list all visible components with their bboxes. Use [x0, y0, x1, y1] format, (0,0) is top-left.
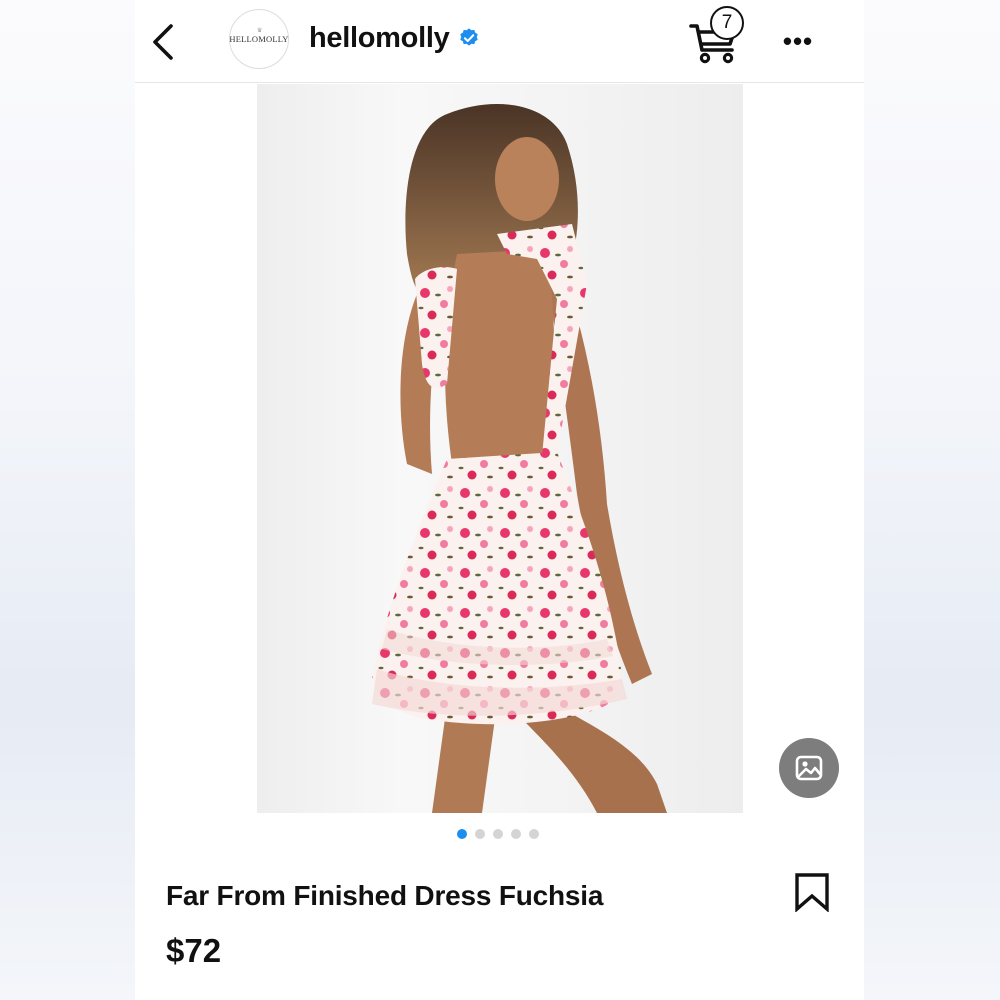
save-button[interactable]: [793, 872, 831, 913]
pagination-dot[interactable]: [493, 829, 503, 839]
image-icon: [795, 755, 823, 781]
avatar[interactable]: ♛ HELLOMOLLY: [229, 9, 289, 69]
cart-count-badge: 7: [710, 6, 744, 40]
account-name[interactable]: hellomolly: [309, 18, 480, 58]
pagination-dot[interactable]: [511, 829, 521, 839]
screen: ♛ HELLOMOLLY hellomolly 7 ••• Far From F…: [0, 0, 1000, 1000]
pagination-dot-active[interactable]: [457, 829, 467, 839]
bookmark-icon: [795, 873, 829, 913]
back-button[interactable]: [149, 22, 179, 62]
more-options-button[interactable]: •••: [780, 26, 816, 56]
cart-button[interactable]: 7: [688, 6, 750, 64]
verified-badge-icon: [460, 28, 479, 46]
background-right: [864, 0, 1000, 1000]
image-pagination: [457, 829, 539, 839]
avatar-logo-text: HELLOMOLLY: [229, 34, 289, 44]
crown-icon: ♛: [257, 28, 263, 34]
pagination-dot[interactable]: [475, 829, 485, 839]
background-left: [0, 0, 135, 1000]
username: hellomolly: [309, 21, 450, 54]
pagination-dot[interactable]: [529, 829, 539, 839]
gallery-button[interactable]: [779, 738, 839, 798]
header-bar: ♛ HELLOMOLLY hellomolly 7 •••: [135, 0, 864, 83]
chevron-left-icon: [153, 24, 173, 60]
product-image[interactable]: [257, 84, 743, 813]
product-title: Far From Finished Dress Fuchsia: [166, 880, 604, 911]
product-photo: [372, 104, 667, 813]
shop-product-page: ♛ HELLOMOLLY hellomolly 7 ••• Far From F…: [135, 0, 864, 1000]
product-price: $72: [166, 932, 222, 969]
